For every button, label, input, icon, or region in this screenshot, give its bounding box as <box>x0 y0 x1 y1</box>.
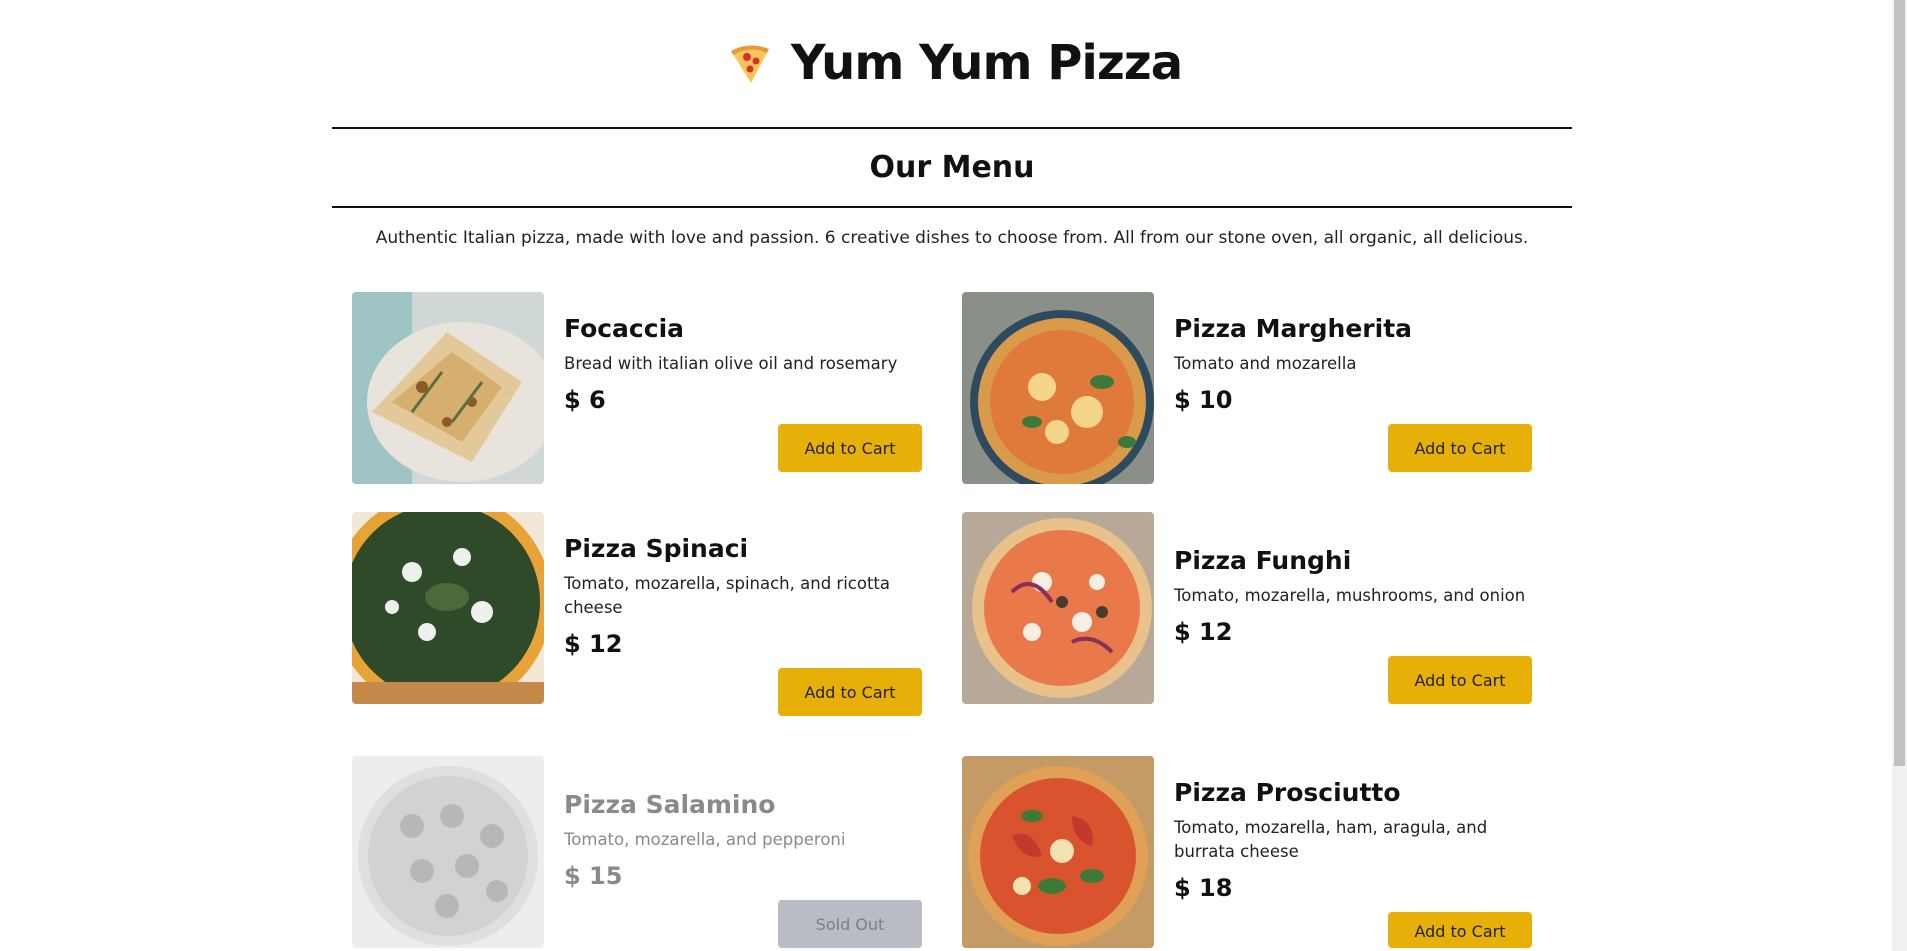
brand: Yum Yum Pizza <box>725 35 1183 91</box>
salamino-photo <box>352 756 544 948</box>
add-to-cart-button[interactable]: Add to Cart <box>778 668 922 716</box>
margherita-photo <box>962 292 1154 484</box>
menu-heading: Our Menu <box>869 150 1035 185</box>
pizza-info: Pizza Margherita Tomato and mozarella $ … <box>1174 312 1532 416</box>
pizza-description: Tomato, mozarella, ham, aragula, and bur… <box>1174 818 1488 861</box>
pizza-info: Pizza Salamino Tomato, mozarella, and pe… <box>564 788 922 892</box>
focaccia-photo <box>352 292 544 484</box>
pizza-price: $ 12 <box>564 630 623 658</box>
pizza-name: Pizza Funghi <box>1174 546 1352 575</box>
pizza-card-sold-out: Pizza Salamino Tomato, mozarella, and pe… <box>352 756 922 948</box>
pizza-name: Pizza Spinaci <box>564 534 749 563</box>
pizza-description: Tomato, mozarella, mushrooms, and onion <box>1174 586 1526 605</box>
scrollbar-thumb[interactable] <box>1894 0 1905 766</box>
pizza-card: Pizza Margherita Tomato and mozarella $ … <box>962 292 1532 484</box>
vertical-scrollbar[interactable] <box>1892 0 1907 951</box>
add-to-cart-button[interactable]: Add to Cart <box>1388 424 1532 472</box>
pizza-description: Tomato and mozarella <box>1174 354 1357 373</box>
pizza-price: $ 10 <box>1174 386 1233 414</box>
pizza-info: Pizza Prosciutto Tomato, mozarella, ham,… <box>1174 776 1532 904</box>
pizza-card: Pizza Spinaci Tomato, mozarella, spinach… <box>352 512 922 716</box>
sold-out-button: Sold Out <box>778 900 922 948</box>
pizza-name: Focaccia <box>564 314 685 343</box>
pizza-description: Bread with italian olive oil and rosemar… <box>564 354 898 373</box>
site-header: Yum Yum Pizza <box>0 28 1907 98</box>
pizza-name: Pizza Prosciutto <box>1174 778 1401 807</box>
pizza-card: Pizza Funghi Tomato, mozarella, mushroom… <box>962 512 1532 704</box>
pizza-info: Pizza Spinaci Tomato, mozarella, spinach… <box>564 532 922 660</box>
pizza-price: $ 15 <box>564 862 623 890</box>
pizza-description: Tomato, mozarella, spinach, and ricotta … <box>564 574 891 617</box>
pizza-info: Pizza Funghi Tomato, mozarella, mushroom… <box>1174 544 1532 648</box>
funghi-photo <box>962 512 1154 704</box>
pizza-description: Tomato, mozarella, and pepperoni <box>564 830 846 849</box>
add-to-cart-button[interactable]: Add to Cart <box>1388 656 1532 704</box>
pizza-price: $ 18 <box>1174 874 1233 902</box>
pizza-name: Pizza Salamino <box>564 790 776 819</box>
pizza-info: Focaccia Bread with italian olive oil an… <box>564 312 922 416</box>
add-to-cart-button[interactable]: Add to Cart <box>778 424 922 472</box>
prosciutto-photo <box>962 756 1154 948</box>
pizza-card: Pizza Prosciutto Tomato, mozarella, ham,… <box>962 756 1532 948</box>
pizza-name: Pizza Margherita <box>1174 314 1413 343</box>
pizza-price: $ 6 <box>564 386 606 414</box>
pizza-price: $ 12 <box>1174 618 1233 646</box>
pizza-slice-icon <box>730 45 769 83</box>
site-title: Yum Yum Pizza <box>790 35 1183 91</box>
menu-heading-bar: Our Menu <box>332 127 1572 208</box>
add-to-cart-button[interactable]: Add to Cart <box>1388 912 1532 948</box>
menu-intro: Authentic Italian pizza, made with love … <box>375 228 1529 248</box>
spinaci-photo <box>352 512 544 704</box>
pizza-card: Focaccia Bread with italian olive oil an… <box>352 292 922 484</box>
